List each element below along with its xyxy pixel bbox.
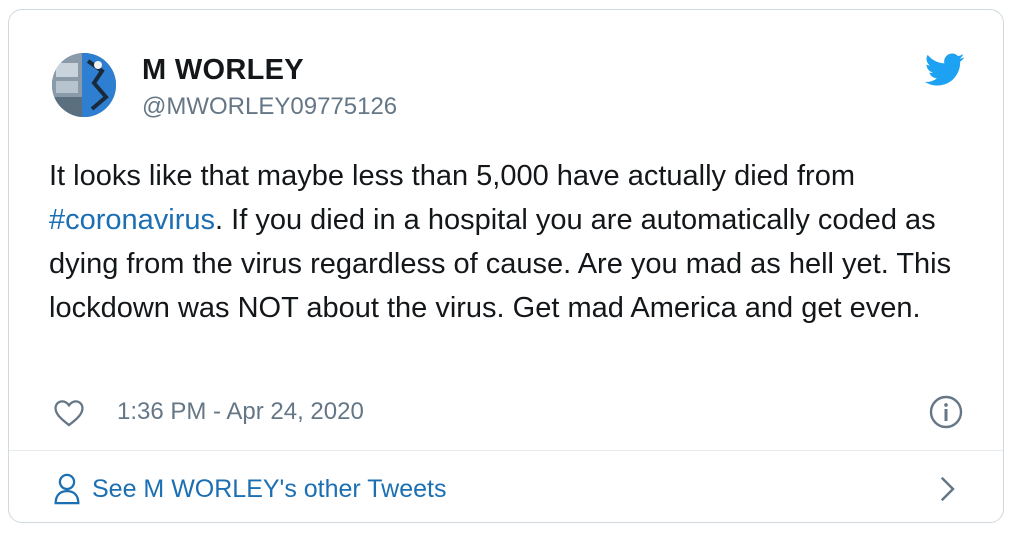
see-other-tweets-label[interactable]: See M WORLEY's other Tweets bbox=[92, 472, 446, 506]
avatar-image bbox=[52, 53, 116, 117]
heart-icon[interactable] bbox=[52, 396, 86, 430]
twitter-bird-icon[interactable] bbox=[925, 53, 965, 87]
see-other-tweets-link[interactable]: See M WORLEY's other Tweets bbox=[52, 469, 446, 509]
chevron-right-icon[interactable] bbox=[936, 474, 960, 504]
tweet-text: It looks like that maybe less than 5,000… bbox=[49, 154, 979, 330]
author-display-name[interactable]: M WORLEY bbox=[142, 53, 304, 87]
info-icon[interactable] bbox=[928, 394, 964, 430]
tweet-text-part: It looks like that maybe less than 5,000… bbox=[49, 160, 855, 192]
hashtag-link[interactable]: #coronavirus bbox=[49, 204, 215, 236]
tweet-timestamp[interactable]: 1:36 PM - Apr 24, 2020 bbox=[117, 394, 364, 430]
author-avatar[interactable] bbox=[52, 53, 116, 117]
tweet-card: M WORLEY @MWORLEY09775126 It looks like … bbox=[8, 9, 1004, 523]
footer-divider bbox=[9, 450, 1003, 451]
person-icon bbox=[54, 473, 80, 505]
author-handle[interactable]: @MWORLEY09775126 bbox=[142, 92, 397, 122]
